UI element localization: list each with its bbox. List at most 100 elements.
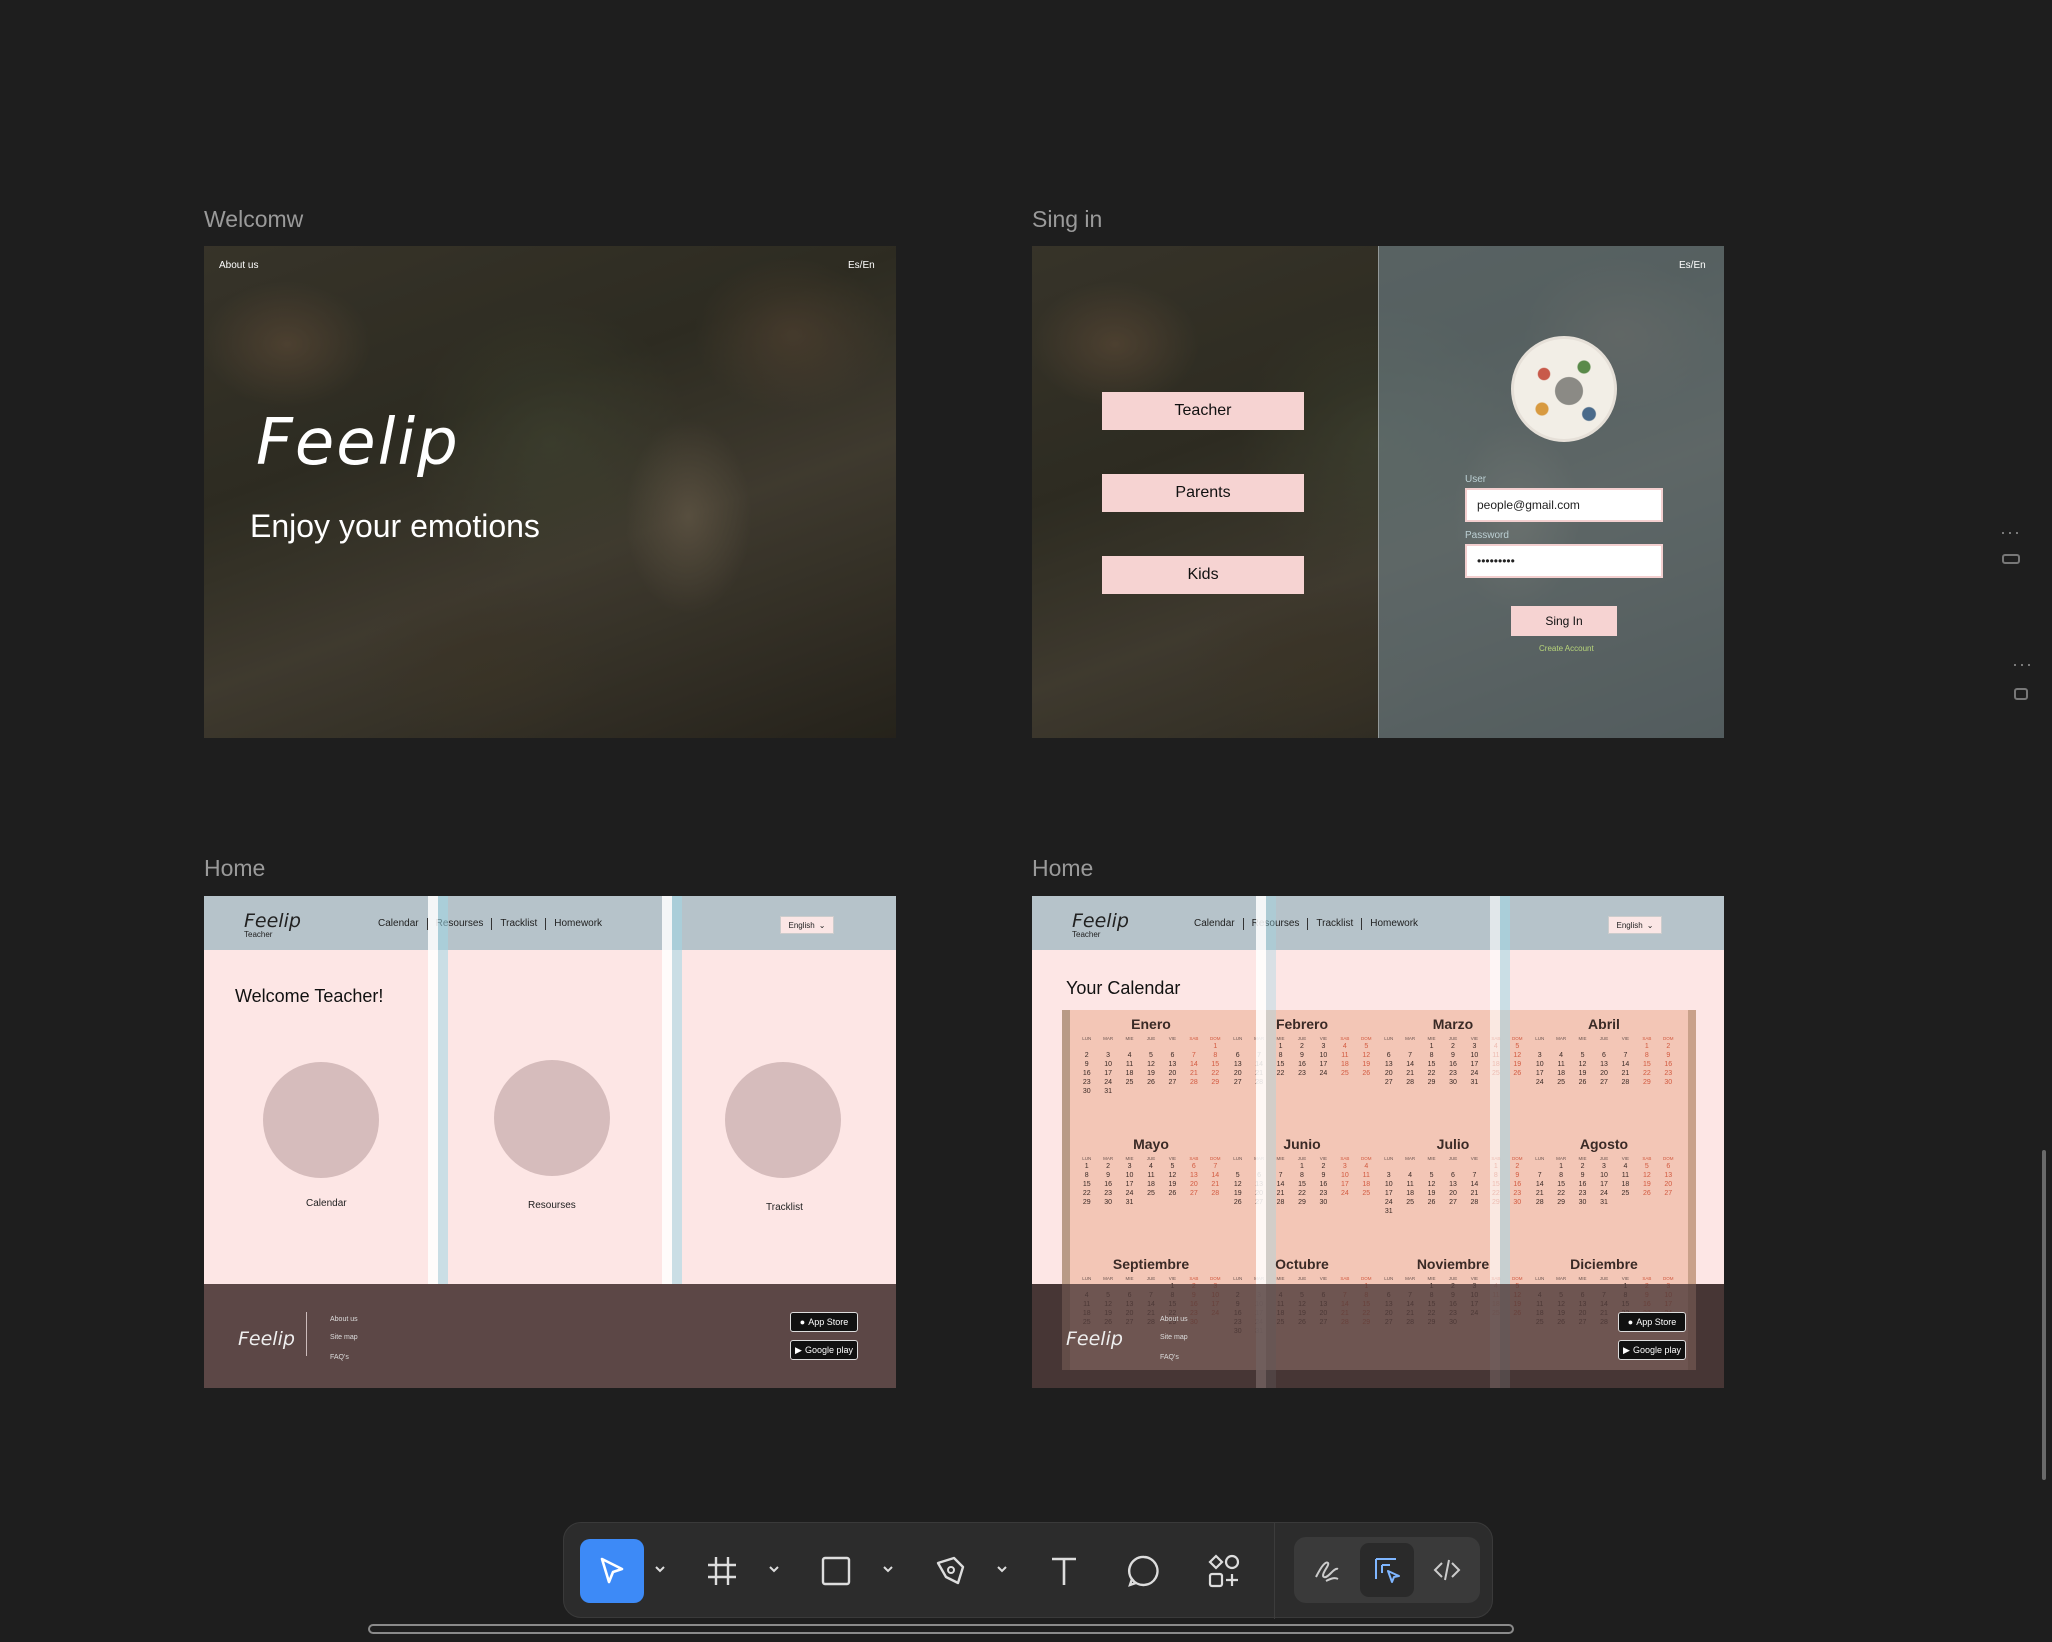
day-cell[interactable]: 21 bbox=[1615, 1070, 1636, 1077]
footer-sitemap-link[interactable]: Site map bbox=[1160, 1334, 1188, 1341]
day-cell[interactable]: 16 bbox=[1658, 1061, 1679, 1068]
day-cell[interactable]: 28 bbox=[1615, 1079, 1636, 1086]
day-cell[interactable]: 2 bbox=[1442, 1043, 1463, 1050]
draw-mode[interactable] bbox=[1300, 1543, 1354, 1597]
day-cell[interactable]: 12 bbox=[1356, 1052, 1377, 1059]
day-cell[interactable]: 9 bbox=[1076, 1061, 1097, 1068]
day-cell[interactable]: 30 bbox=[1572, 1199, 1593, 1206]
day-cell[interactable]: 16 bbox=[1076, 1070, 1097, 1077]
day-cell[interactable]: 17 bbox=[1529, 1070, 1550, 1077]
day-cell[interactable]: 7 bbox=[1183, 1052, 1204, 1059]
day-cell[interactable]: 24 bbox=[1119, 1190, 1140, 1197]
day-cell[interactable]: 1 bbox=[1636, 1043, 1657, 1050]
day-cell[interactable]: 3 bbox=[1378, 1172, 1399, 1179]
language-select[interactable]: English ⌄ bbox=[780, 916, 834, 934]
day-cell[interactable]: 21 bbox=[1399, 1070, 1420, 1077]
day-cell[interactable]: 12 bbox=[1162, 1172, 1183, 1179]
frame-label-home-calendar[interactable]: Home bbox=[1032, 855, 1093, 882]
footer-about-link[interactable]: About us bbox=[1160, 1316, 1188, 1323]
day-cell[interactable]: 16 bbox=[1313, 1181, 1334, 1188]
day-cell[interactable]: 4 bbox=[1550, 1052, 1571, 1059]
more-icon[interactable]: ··· bbox=[2012, 654, 2033, 675]
day-cell[interactable]: 16 bbox=[1442, 1061, 1463, 1068]
design-mode[interactable] bbox=[1360, 1543, 1414, 1597]
day-cell[interactable]: 14 bbox=[1464, 1181, 1485, 1188]
day-cell[interactable]: 22 bbox=[1421, 1070, 1442, 1077]
frame-icon[interactable] bbox=[2014, 688, 2028, 700]
day-cell[interactable]: 21 bbox=[1183, 1070, 1204, 1077]
day-cell[interactable]: 10 bbox=[1529, 1061, 1550, 1068]
move-tool[interactable] bbox=[580, 1539, 644, 1603]
calendar-month[interactable]: Abril LUN MAR MIE JUE VIE SAB DOM 1 2 3 4 5 6 7 8 9 10 11 1… bbox=[1529, 1016, 1679, 1086]
day-cell[interactable]: 5 bbox=[1227, 1172, 1248, 1179]
day-cell[interactable]: 29 bbox=[1291, 1199, 1312, 1206]
day-cell[interactable]: 6 bbox=[1658, 1163, 1679, 1170]
day-cell[interactable]: 10 bbox=[1334, 1172, 1355, 1179]
day-cell[interactable]: 30 bbox=[1076, 1088, 1097, 1095]
language-toggle[interactable]: Es/En bbox=[848, 260, 875, 271]
day-cell[interactable]: 9 bbox=[1291, 1052, 1312, 1059]
calendar-month[interactable]: Enero LUN MAR MIE JUE VIE SAB DOM 1 2 3 4 5 6 7 8 9 10 11 1… bbox=[1076, 1016, 1226, 1095]
day-cell[interactable]: 18 bbox=[1334, 1061, 1355, 1068]
day-cell[interactable]: 3 bbox=[1313, 1043, 1334, 1050]
day-cell[interactable]: 14 bbox=[1615, 1061, 1636, 1068]
day-cell[interactable]: 11 bbox=[1615, 1172, 1636, 1179]
day-cell[interactable]: 13 bbox=[1227, 1061, 1248, 1068]
day-cell[interactable]: 31 bbox=[1119, 1199, 1140, 1206]
more-icon[interactable]: ··· bbox=[2000, 522, 2021, 543]
day-cell[interactable]: 2 bbox=[1097, 1163, 1118, 1170]
teacher-button[interactable]: Teacher bbox=[1102, 392, 1304, 430]
day-cell[interactable]: 18 bbox=[1615, 1181, 1636, 1188]
day-cell[interactable]: 26 bbox=[1227, 1199, 1248, 1206]
day-cell[interactable]: 3 bbox=[1593, 1163, 1614, 1170]
day-cell[interactable]: 31 bbox=[1593, 1199, 1614, 1206]
day-cell[interactable]: 23 bbox=[1572, 1190, 1593, 1197]
day-cell[interactable]: 13 bbox=[1162, 1061, 1183, 1068]
day-cell[interactable]: 3 bbox=[1464, 1043, 1485, 1050]
day-cell[interactable]: 22 bbox=[1076, 1190, 1097, 1197]
day-cell[interactable]: 19 bbox=[1356, 1061, 1377, 1068]
day-cell[interactable]: 18 bbox=[1550, 1070, 1571, 1077]
shape-tool[interactable] bbox=[804, 1539, 868, 1603]
nav-tracklist[interactable]: Tracklist bbox=[1308, 918, 1363, 930]
day-cell[interactable]: 8 bbox=[1421, 1052, 1442, 1059]
day-cell[interactable]: 10 bbox=[1464, 1052, 1485, 1059]
day-cell[interactable]: 1 bbox=[1291, 1163, 1312, 1170]
nav-calendar[interactable]: Calendar bbox=[370, 918, 428, 930]
day-cell[interactable]: 2 bbox=[1076, 1052, 1097, 1059]
day-cell[interactable]: 17 bbox=[1313, 1061, 1334, 1068]
day-cell[interactable]: 24 bbox=[1313, 1070, 1334, 1077]
day-cell[interactable]: 28 bbox=[1399, 1079, 1420, 1086]
day-cell[interactable]: 4 bbox=[1334, 1043, 1355, 1050]
day-cell[interactable]: 23 bbox=[1658, 1070, 1679, 1077]
day-cell[interactable]: 30 bbox=[1313, 1199, 1334, 1206]
day-cell[interactable]: 16 bbox=[1291, 1061, 1312, 1068]
day-cell[interactable]: 17 bbox=[1119, 1181, 1140, 1188]
day-cell[interactable]: 17 bbox=[1464, 1061, 1485, 1068]
day-cell[interactable]: 23 bbox=[1313, 1190, 1334, 1197]
day-cell[interactable]: 5 bbox=[1636, 1163, 1657, 1170]
day-cell[interactable]: 5 bbox=[1162, 1163, 1183, 1170]
day-cell[interactable]: 20 bbox=[1658, 1181, 1679, 1188]
day-cell[interactable]: 2 bbox=[1572, 1163, 1593, 1170]
dev-mode[interactable] bbox=[1420, 1543, 1474, 1597]
day-cell[interactable]: 5 bbox=[1572, 1052, 1593, 1059]
day-cell[interactable]: 7 bbox=[1529, 1172, 1550, 1179]
day-cell[interactable]: 17 bbox=[1378, 1190, 1399, 1197]
day-cell[interactable]: 6 bbox=[1378, 1052, 1399, 1059]
day-cell[interactable]: 15 bbox=[1636, 1061, 1657, 1068]
day-cell[interactable]: 13 bbox=[1658, 1172, 1679, 1179]
day-cell[interactable]: 19 bbox=[1227, 1190, 1248, 1197]
frame-home-calendar[interactable]: Feelip Teacher Calendar Resourses Trackl… bbox=[1032, 896, 1724, 1388]
link-icon[interactable] bbox=[2002, 554, 2020, 564]
frame-label-welcome[interactable]: Welcomw bbox=[204, 206, 303, 233]
day-cell[interactable]: 28 bbox=[1464, 1199, 1485, 1206]
day-cell[interactable]: 3 bbox=[1334, 1163, 1355, 1170]
day-cell[interactable]: 11 bbox=[1119, 1061, 1140, 1068]
day-cell[interactable]: 11 bbox=[1334, 1052, 1355, 1059]
day-cell[interactable]: 4 bbox=[1399, 1172, 1420, 1179]
day-cell[interactable]: 27 bbox=[1378, 1079, 1399, 1086]
day-cell[interactable]: 25 bbox=[1140, 1190, 1161, 1197]
day-cell[interactable]: 25 bbox=[1550, 1079, 1571, 1086]
day-cell[interactable]: 17 bbox=[1593, 1181, 1614, 1188]
